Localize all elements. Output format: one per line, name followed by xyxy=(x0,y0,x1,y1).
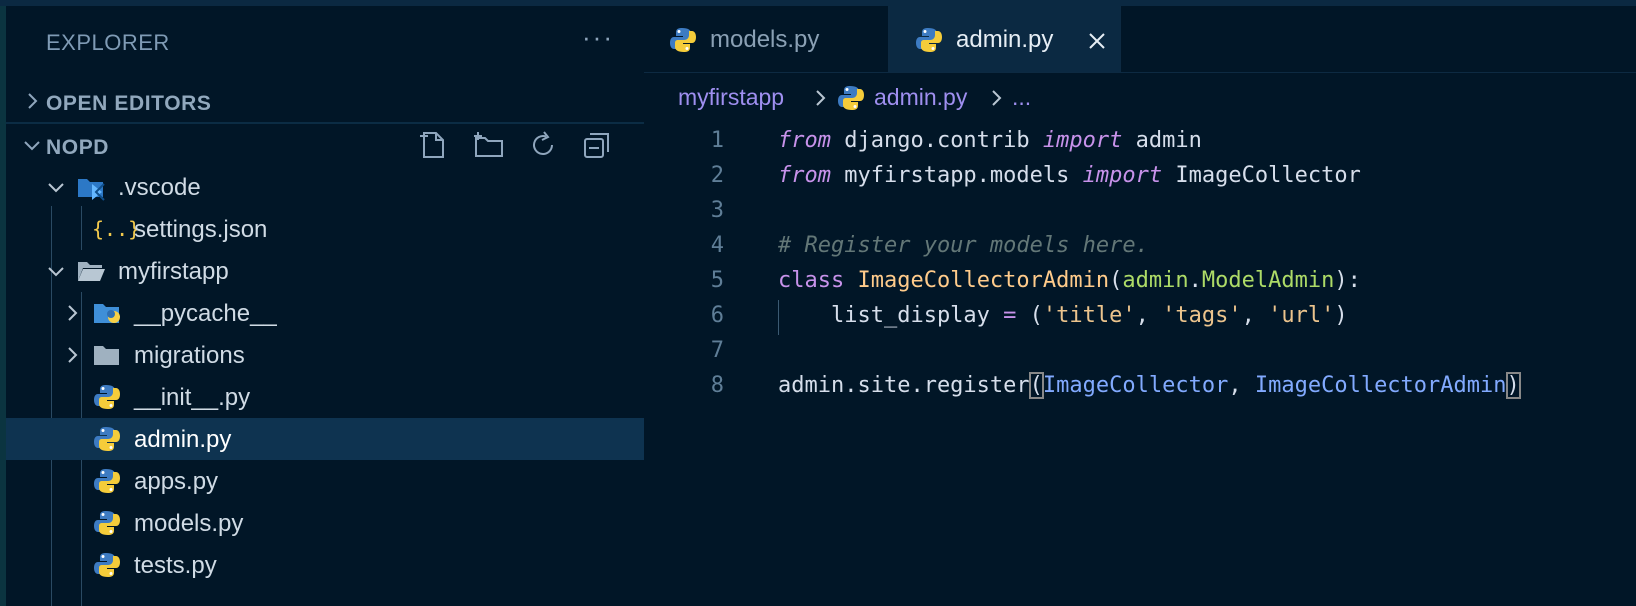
code-line-text: from django.contrib import admin xyxy=(778,128,1202,153)
explorer-title: EXPLORER xyxy=(46,30,170,55)
tree-item-label: admin.py xyxy=(134,426,232,453)
chevron-right-icon xyxy=(28,93,38,109)
refresh-icon[interactable] xyxy=(526,128,560,162)
code-line-text: from myfirstapp.models import ImageColle… xyxy=(778,163,1361,188)
tree-item-apps-py[interactable]: apps.py xyxy=(6,460,644,502)
project-label: NOPD xyxy=(46,136,110,159)
chevron-down-icon xyxy=(48,183,64,193)
chevron-right-icon xyxy=(68,347,78,363)
editor-area: models.py admin.py myfirstapp admin.py .… xyxy=(644,6,1636,606)
json-braces-icon: {..} xyxy=(92,217,141,241)
code-line: 4 # Register your models here. xyxy=(644,229,1636,264)
python-file-icon xyxy=(670,28,696,52)
code-line: 3 xyxy=(644,194,1636,229)
tree-item-label: tests.py xyxy=(134,552,217,579)
tab-models-py[interactable]: models.py xyxy=(644,6,888,72)
new-folder-icon[interactable] xyxy=(472,128,506,162)
collapse-all-icon[interactable] xyxy=(580,128,614,162)
tree-item-label: .vscode xyxy=(118,174,201,201)
chevron-right-icon xyxy=(816,90,826,106)
code-line: 6 list_display = ('title', 'tags', 'url'… xyxy=(644,299,1636,334)
line-number: 2 xyxy=(710,163,724,188)
tab-bar: models.py admin.py xyxy=(644,6,1636,73)
tree-item-settings-json[interactable]: {..} settings.json xyxy=(6,208,644,250)
tab-divider xyxy=(1120,6,1121,72)
tree-item-migrations-folder[interactable]: migrations xyxy=(6,334,644,376)
code-line-text: class ImageCollectorAdmin(admin.ModelAdm… xyxy=(778,268,1361,293)
code-line: 8 admin.site.register(ImageCollector, Im… xyxy=(644,369,1636,404)
open-editors-section[interactable]: OPEN EDITORS xyxy=(6,80,644,124)
vscode-window: EXPLORER ··· OPEN EDITORS NOPD .vscode {… xyxy=(0,6,1636,606)
tab-label: models.py xyxy=(710,26,820,53)
new-file-icon[interactable] xyxy=(416,128,450,162)
line-number: 6 xyxy=(710,303,724,328)
python-file-icon xyxy=(838,86,864,110)
tree-item-label: settings.json xyxy=(134,216,268,243)
tree-item-label: __init__.py xyxy=(134,384,251,411)
open-editors-label: OPEN EDITORS xyxy=(46,92,212,115)
code-line: 7 xyxy=(644,334,1636,369)
python-file-icon xyxy=(94,385,120,409)
tab-admin-py[interactable]: admin.py xyxy=(890,6,1120,72)
tree-item-models-py[interactable]: models.py xyxy=(6,502,644,544)
line-number: 5 xyxy=(710,268,724,293)
python-folder-icon xyxy=(94,304,120,323)
folder-icon xyxy=(94,346,119,365)
code-line: 2 from myfirstapp.models import ImageCol… xyxy=(644,159,1636,194)
tree-item-label: __pycache__ xyxy=(134,300,277,327)
tree-item-label: migrations xyxy=(134,342,245,369)
tree-item-label: myfirstapp xyxy=(118,258,229,285)
code-line: 1 from django.contrib import admin xyxy=(644,124,1636,159)
tab-label: admin.py xyxy=(956,26,1054,53)
open-folder-icon xyxy=(78,262,105,281)
code-line-text: # Register your models here. xyxy=(778,233,1149,258)
chevron-down-icon xyxy=(48,267,64,277)
line-number: 8 xyxy=(710,373,724,398)
vscode-folder-icon xyxy=(78,179,105,201)
close-icon[interactable] xyxy=(1086,30,1108,52)
tree-item-tests-py[interactable]: tests.py xyxy=(6,544,644,586)
breadcrumb-file[interactable]: admin.py xyxy=(874,84,967,111)
line-number: 3 xyxy=(710,198,724,223)
chevron-right-icon xyxy=(992,90,1002,106)
code-line: 5 class ImageCollectorAdmin(admin.ModelA… xyxy=(644,264,1636,299)
line-number: 1 xyxy=(710,128,724,153)
line-number: 4 xyxy=(710,233,724,258)
python-file-icon xyxy=(94,469,120,493)
breadcrumb-more[interactable]: ... xyxy=(1012,84,1031,111)
more-actions-icon[interactable]: ··· xyxy=(582,22,614,53)
explorer-sidebar: EXPLORER ··· OPEN EDITORS NOPD .vscode {… xyxy=(0,6,644,606)
code-line-text: list_display = ('title', 'tags', 'url') xyxy=(778,303,1348,328)
breadcrumb: myfirstapp admin.py ... xyxy=(678,80,1578,114)
breadcrumb-folder[interactable]: myfirstapp xyxy=(678,84,784,111)
python-file-icon xyxy=(94,553,120,577)
tree-item-vscode-folder[interactable]: .vscode xyxy=(6,166,644,208)
chevron-right-icon xyxy=(68,305,78,321)
tree-item-label: apps.py xyxy=(134,468,219,495)
code-line-text: admin.site.register(ImageCollector, Imag… xyxy=(778,372,1521,399)
python-file-icon xyxy=(916,28,942,52)
python-file-icon xyxy=(94,427,120,451)
tree-item-init-py[interactable]: __init__.py xyxy=(6,376,644,418)
line-number: 7 xyxy=(710,338,724,363)
project-section[interactable]: NOPD xyxy=(6,124,644,168)
tree-item-label: models.py xyxy=(134,510,244,537)
python-file-icon xyxy=(94,511,120,535)
tree-item-myfirstapp-folder[interactable]: myfirstapp xyxy=(6,250,644,292)
tree-item-pycache-folder[interactable]: __pycache__ xyxy=(6,292,644,334)
tree-item-admin-py[interactable]: admin.py xyxy=(6,418,644,460)
chevron-down-icon xyxy=(24,141,40,151)
